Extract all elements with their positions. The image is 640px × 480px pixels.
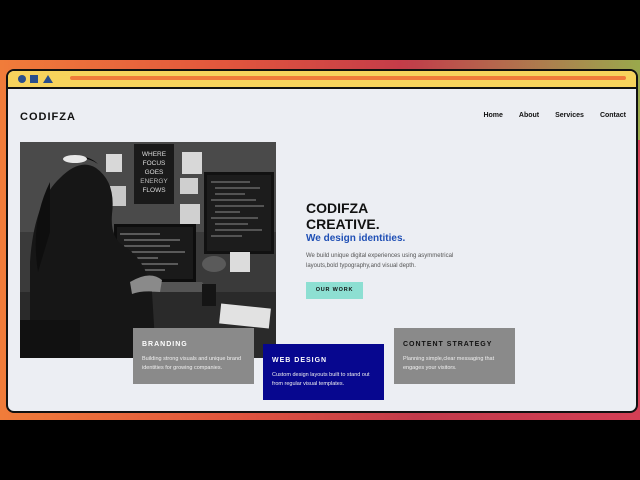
card-description: Custom design layouts built to stand out… — [272, 372, 370, 387]
service-card-web-design[interactable]: WEB DESIGN Custom design layouts built t… — [263, 344, 384, 400]
browser-window: CODIFZA Home About Services Contact WHER… — [6, 69, 638, 413]
service-card-branding[interactable]: BRANDING Building strong visuals and uni… — [133, 328, 254, 384]
card-description: Building strong visuals and unique brand… — [142, 356, 242, 371]
card-title: CONTENT STRATEGY — [403, 341, 493, 348]
hero-photo: WHERE FOCUS GOES ENERGY FLOWS — [20, 142, 276, 358]
poster-line-5: FLOWS — [142, 187, 166, 194]
card-title: BRANDING — [142, 341, 188, 348]
service-card-content-strategy[interactable]: CONTENT STRATEGY Planning simple,clear m… — [394, 328, 515, 384]
window-titlebar — [8, 71, 636, 89]
hero-title: CODIFZA CREATIVE. — [306, 200, 380, 232]
main-nav: Home About Services Contact — [483, 112, 626, 119]
poster-line-2: FOCUS — [143, 160, 166, 167]
hero-subtitle: We design identities. — [306, 233, 406, 244]
nav-about[interactable]: About — [519, 112, 539, 119]
hero-photo-illustration: WHERE FOCUS GOES ENERGY FLOWS — [20, 142, 276, 358]
card-title: WEB DESIGN — [272, 357, 328, 364]
nav-services[interactable]: Services — [555, 112, 584, 119]
site-logo[interactable]: CODIFZA — [20, 111, 76, 123]
nav-contact[interactable]: Contact — [600, 112, 626, 119]
nav-home[interactable]: Home — [483, 112, 502, 119]
titlebar-accent-bar — [70, 76, 626, 80]
hero-title-line-1: CODIFZA — [306, 200, 369, 216]
card-description: Planning simple,clear messaging that eng… — [403, 356, 495, 371]
poster-line-3: GOES — [145, 169, 164, 176]
poster-line-4: ENERGY — [140, 178, 168, 185]
our-work-button[interactable]: OUR WORK — [306, 282, 363, 299]
hero-description: We build unique digital experiences usin… — [306, 253, 454, 269]
square-icon — [30, 75, 38, 83]
hero-title-line-2: CREATIVE. — [306, 216, 380, 232]
triangle-icon — [43, 75, 53, 83]
poster-line-1: WHERE — [142, 151, 167, 158]
circle-icon — [18, 75, 26, 83]
